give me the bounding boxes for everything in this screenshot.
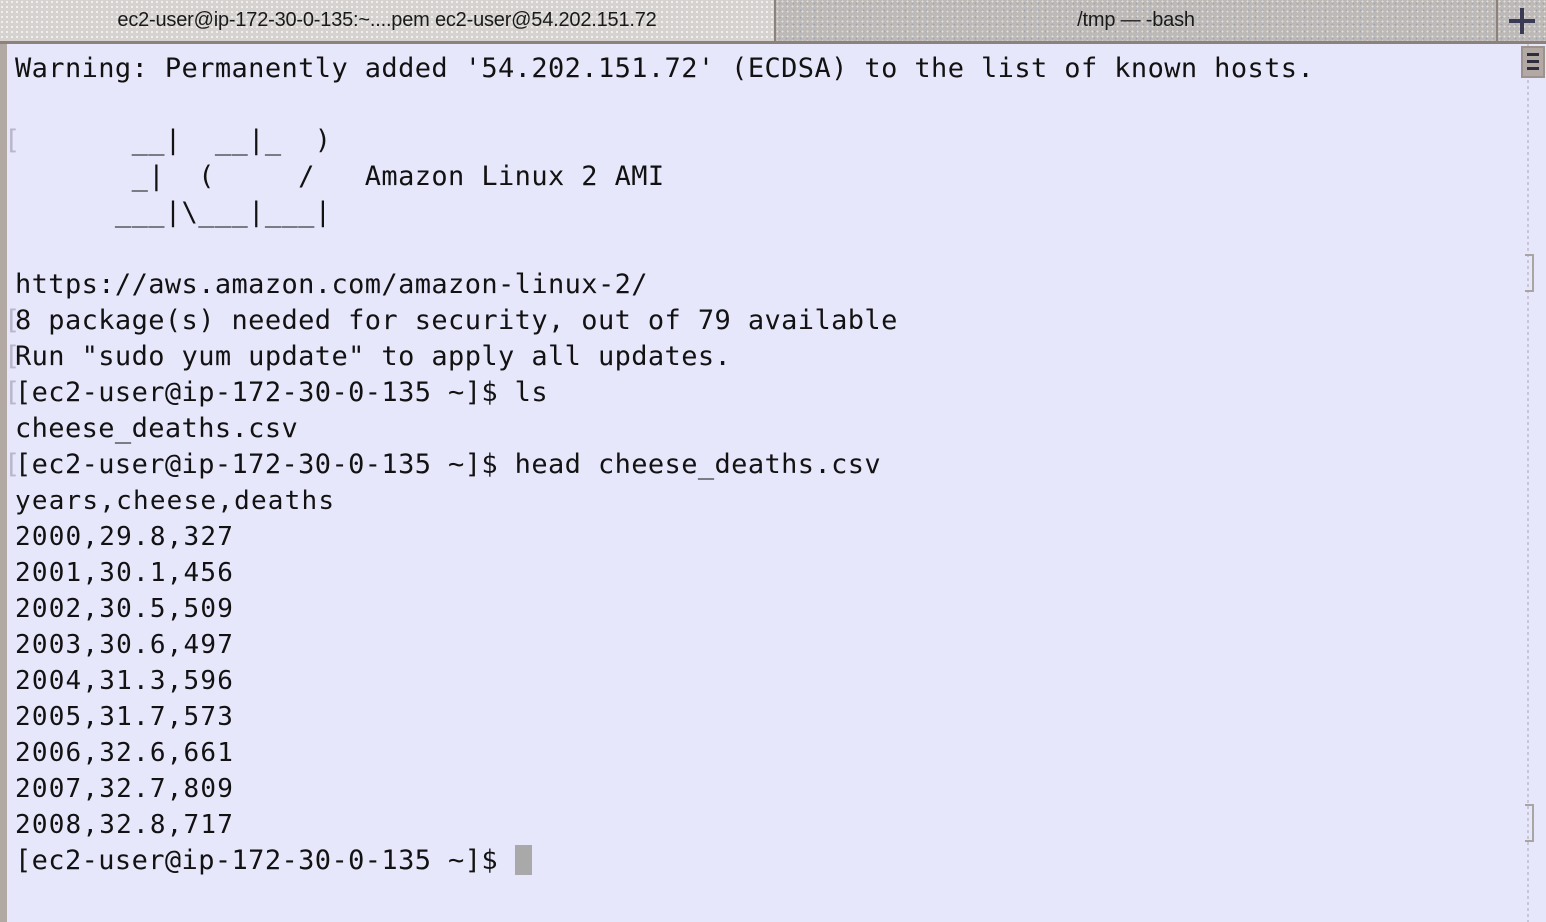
csv-data-row: 2002,30.5,509 [15,594,235,624]
scrollbar-thumb[interactable] [1521,46,1545,78]
new-tab-button[interactable] [1496,0,1546,41]
terminal-line-update-notice: Run "sudo yum update" to apply all updat… [7,339,1520,375]
terminal-line-ascii-art: ___|\___|___| [15,197,332,228]
tab-ssh-session[interactable]: ec2-user@ip-172-30-0-135:~....pem ec2-us… [0,0,776,41]
csv-data-row: 2008,32.8,717 [15,810,235,840]
terminal-line-command-ls: [ec2-user@ip-172-30-0-135 ~]$ ls [7,375,1520,411]
scrollbar-thumb-line [1527,67,1539,70]
terminal-window: ec2-user@ip-172-30-0-135:~....pem ec2-us… [0,0,1546,922]
scrollbar-thumb-line [1527,53,1539,56]
scrollbar-thumb-line [1527,60,1539,63]
scrollbar-track[interactable] [1527,44,1529,922]
terminal-line-file-listing: cheese_deaths.csv [15,413,299,444]
terminal-body[interactable]: Warning: Permanently added '54.202.151.7… [0,44,1546,922]
tab-tmp-bash[interactable]: /tmp — -bash [776,0,1496,41]
tab-bar: ec2-user@ip-172-30-0-135:~....pem ec2-us… [0,0,1546,44]
prompt-text: [ec2-user@ip-172-30-0-135 ~]$ [15,845,515,876]
terminal-line-os-url: https://aws.amazon.com/amazon-linux-2/ [15,269,648,300]
terminal-line-ascii-art: __| __|_ ) [7,123,1520,159]
scrollbar-command-mark [1525,804,1534,842]
tab-label: /tmp — -bash [1077,9,1195,31]
terminal-line-package-notice: 8 package(s) needed for security, out of… [7,303,1520,339]
text-cursor [514,845,532,875]
terminal-prompt-line[interactable]: [ec2-user@ip-172-30-0-135 ~]$ [15,843,1520,879]
terminal-line-ascii-art: _| ( / Amazon Linux 2 AMI [15,161,665,192]
csv-data-row: 2005,31.7,573 [15,702,235,732]
csv-data-row: 2004,31.3,596 [15,666,235,696]
terminal-line-command-head: [ec2-user@ip-172-30-0-135 ~]$ head chees… [7,447,1520,483]
scrollbar-command-mark [1525,254,1534,292]
terminal-scrollbar[interactable] [1520,44,1546,922]
csv-header-row: years,cheese,deaths [15,486,336,516]
csv-data-row: 2007,32.7,809 [15,774,235,804]
terminal-screen[interactable]: Warning: Permanently added '54.202.151.7… [7,44,1520,922]
csv-data-row: 2000,29.8,327 [15,522,235,552]
csv-data-row: 2001,30.1,456 [15,558,235,588]
csv-data-row: 2003,30.6,497 [15,630,235,660]
plus-icon [1509,7,1535,34]
tab-label: ec2-user@ip-172-30-0-135:~....pem ec2-us… [117,9,657,31]
csv-data-row: 2006,32.6,661 [15,738,235,768]
terminal-line: Warning: Permanently added '54.202.151.7… [15,53,1315,84]
